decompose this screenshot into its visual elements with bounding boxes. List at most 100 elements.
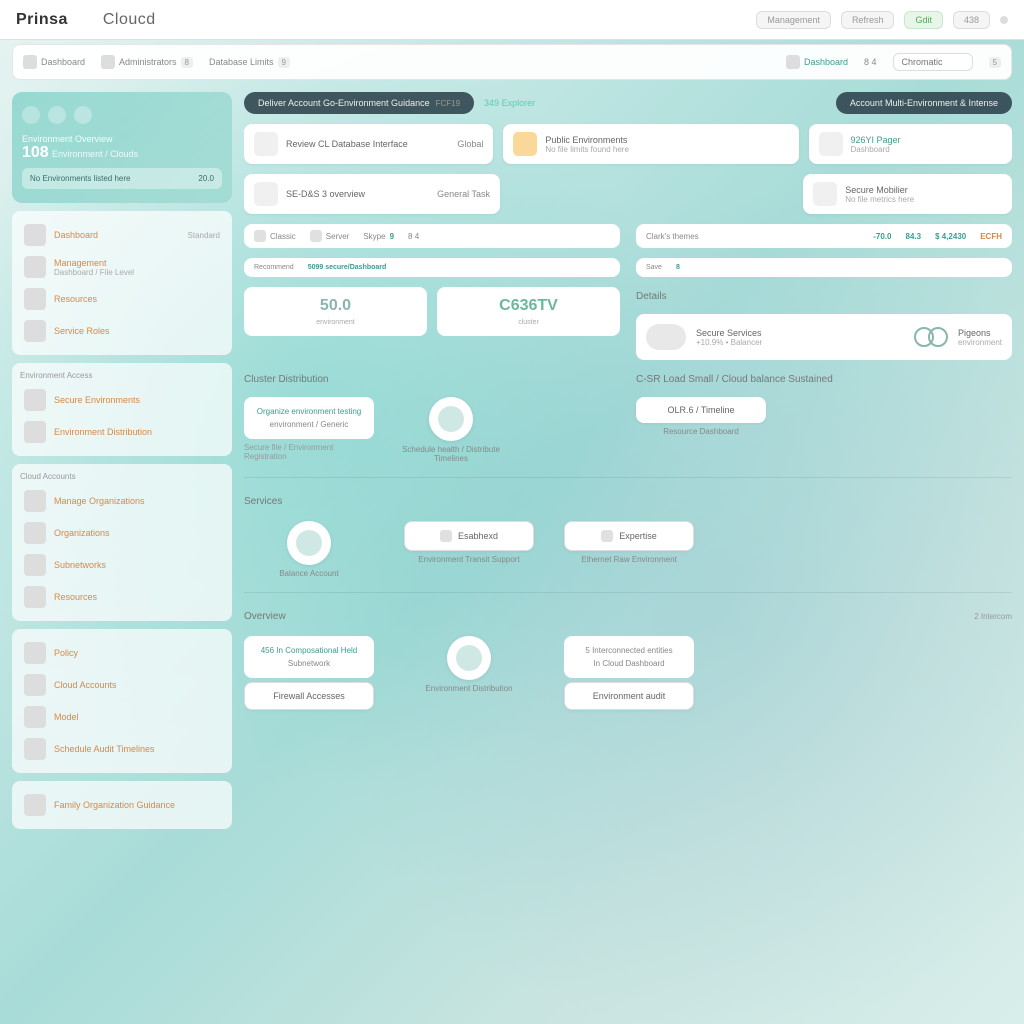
sidebar-header: Cloud Accounts xyxy=(20,472,224,481)
toolbar-right-count[interactable]: 8 4 xyxy=(864,57,877,67)
dashboard-icon xyxy=(23,55,37,69)
tile-balance[interactable]: Balance Account xyxy=(244,521,374,578)
details-title: Details xyxy=(636,291,1012,302)
home-icon xyxy=(24,224,46,246)
metric-rings xyxy=(914,327,948,347)
metric-cluster[interactable]: C636TV cluster xyxy=(437,287,620,336)
hero-metric: 108 Environment / Clouds xyxy=(22,144,222,162)
sidebar-item-policy[interactable]: Policy xyxy=(20,637,224,669)
toolbar: Dashboard Administrators 8 Database Limi… xyxy=(12,44,1012,80)
sidebar-item-resources2[interactable]: Resources xyxy=(20,581,224,613)
db-icon xyxy=(254,132,278,156)
doc-icon xyxy=(24,642,46,664)
hero-row: No Environments listed here 20.0 xyxy=(22,168,222,189)
card-review-db[interactable]: Review CL Database Interface Global xyxy=(244,124,493,164)
tile-expertise[interactable]: Expertise Ethernet Raw Environment xyxy=(564,521,694,564)
secure-icon xyxy=(813,182,837,206)
sidebar-item-roles[interactable]: Service Roles xyxy=(20,315,224,347)
sidebar-item-resources[interactable]: Resources xyxy=(20,283,224,315)
tile-schedule[interactable]: Schedule health / Distribute Timelines xyxy=(386,397,516,463)
sec-a-right-title: C-SR Load Small / Cloud balance Sustaine… xyxy=(636,374,1012,385)
sidebar-item-schedule[interactable]: Schedule Audit Timelines xyxy=(20,733,224,765)
pill-account-multi[interactable]: Account Multi-Environment & Intense xyxy=(836,92,1012,114)
info-icon xyxy=(24,794,46,816)
stats-left: Classic Server Skype9 8 4 xyxy=(244,224,620,248)
network-icon xyxy=(24,554,46,576)
services-tiles: Balance Account Esabhexd Environment Tra… xyxy=(244,521,1012,578)
sidebar-item-organizations[interactable]: Organizations xyxy=(20,517,224,549)
stat-val: -70.0 xyxy=(873,232,891,241)
sidebar-item-management[interactable]: Management Dashboard / File Level xyxy=(20,251,224,283)
sidebar-item-secure-env[interactable]: Secure Environments xyxy=(20,384,224,416)
metric-services[interactable]: Secure Services +10.9% • Balancer Pigeon… xyxy=(636,314,1012,360)
tile-esabhexd[interactable]: Esabhexd Environment Transit Support xyxy=(404,521,534,564)
tile-organize[interactable]: Organize environment testing environment… xyxy=(244,397,374,461)
summary-row-1: Review CL Database Interface Global Publ… xyxy=(244,124,1012,164)
tile-timeline[interactable]: OLR.6 / Timeline Resource Dashboard xyxy=(636,397,766,436)
header-management-button[interactable]: Management xyxy=(756,11,831,29)
cube-icon xyxy=(24,586,46,608)
app-header: Prinsa Cloucd Management Refresh Gdit 43… xyxy=(0,0,1024,40)
card-overview[interactable]: SE-D&S 3 overview General Task xyxy=(244,174,500,214)
sidebar-item-dashboard[interactable]: Dashboard Standard xyxy=(20,219,224,251)
sidebar-group-footer: Family Organization Guidance xyxy=(12,781,232,829)
main-content: Deliver Account Go-Environment Guidance … xyxy=(244,92,1012,1016)
sidebar-item-cloud-acc[interactable]: Cloud Accounts xyxy=(20,669,224,701)
toolbar-admins[interactable]: Administrators 8 xyxy=(101,55,193,69)
divider xyxy=(244,477,1012,478)
pill-deliver[interactable]: Deliver Account Go-Environment Guidance … xyxy=(244,92,474,114)
role-icon xyxy=(24,320,46,342)
filter-pills: Deliver Account Go-Environment Guidance … xyxy=(244,92,1012,114)
header-count-button[interactable]: 438 xyxy=(953,11,990,29)
hero-subtitle: Environment Overview xyxy=(22,134,222,144)
sidebar-item-subnetworks[interactable]: Subnetworks xyxy=(20,549,224,581)
sidebar-group-cloud: Cloud Accounts Manage Organizations Orga… xyxy=(12,464,232,621)
card-secure-mobilier[interactable]: Secure Mobilier No file metrics here xyxy=(803,174,1012,214)
sidebar-header: Environment Access xyxy=(20,371,224,380)
globe-icon xyxy=(456,645,482,671)
stats-left-sub: Recommend 5099 secure/Dashboard xyxy=(244,258,620,277)
tile-compositional[interactable]: 456 In Composational Held Subnetwork Fir… xyxy=(244,636,374,710)
metrics-row: 50.0 environment C636TV cluster xyxy=(244,287,620,336)
pill-explorer[interactable]: 349 Explorer xyxy=(484,98,535,108)
menu-icon[interactable] xyxy=(1000,16,1008,24)
env-audit-button[interactable]: Environment audit xyxy=(564,682,694,710)
cloud-icon xyxy=(22,106,40,124)
health-icon xyxy=(438,406,464,432)
sidebar-item-guidance[interactable]: Family Organization Guidance xyxy=(20,789,224,821)
model-icon xyxy=(24,706,46,728)
stat-val: $ 4,2430 xyxy=(935,232,966,241)
stat-val: 84.3 xyxy=(906,232,922,241)
stats-right-sub: Save8 xyxy=(636,258,1012,277)
users-icon xyxy=(101,55,115,69)
tile-env-dist[interactable]: Environment Distribution xyxy=(404,636,534,693)
summary-row-2: SE-D&S 3 overview General Task Secure Mo… xyxy=(244,174,1012,214)
overview-icon xyxy=(254,182,278,206)
env-icon xyxy=(513,132,537,156)
header-edit-button[interactable]: Gdit xyxy=(904,11,943,29)
grid-icon xyxy=(786,55,800,69)
tile-interconn[interactable]: 5 Interconnected entities In Cloud Dashb… xyxy=(564,636,694,710)
toolbar-dashboard[interactable]: Dashboard xyxy=(23,55,85,69)
org-icon xyxy=(24,490,46,512)
toolbar-db-limits[interactable]: Database Limits 9 xyxy=(209,57,290,68)
balance-icon xyxy=(296,530,322,556)
server-icon xyxy=(48,106,66,124)
toolbar-right-dash[interactable]: Dashboard xyxy=(786,55,848,69)
header-refresh-button[interactable]: Refresh xyxy=(841,11,895,29)
sidebar-item-manage-org[interactable]: Manage Organizations xyxy=(20,485,224,517)
search-input[interactable] xyxy=(893,53,973,71)
card-public-env[interactable]: Public Environments No file limits found… xyxy=(503,124,798,164)
firewall-button[interactable]: Firewall Accesses xyxy=(244,682,374,710)
sidebar-item-env-dist[interactable]: Environment Distribution xyxy=(20,416,224,448)
sidebar-item-model[interactable]: Model xyxy=(20,701,224,733)
brand-logo: Prinsa Cloucd xyxy=(16,11,156,29)
stats-right-title: Clark's themes xyxy=(646,232,699,241)
sec-a-title: Cluster Distribution xyxy=(244,374,620,385)
metric-env[interactable]: 50.0 environment xyxy=(244,287,427,336)
overview-tiles: 456 In Composational Held Subnetwork Fir… xyxy=(244,636,1012,710)
sidebar-hero-card: Environment Overview 108 Environment / C… xyxy=(12,92,232,203)
sec-b-title: Services xyxy=(244,496,1012,507)
sec-c-title: Overview xyxy=(244,611,286,622)
card-pager[interactable]: 926YI Pager Dashboard xyxy=(809,124,1012,164)
